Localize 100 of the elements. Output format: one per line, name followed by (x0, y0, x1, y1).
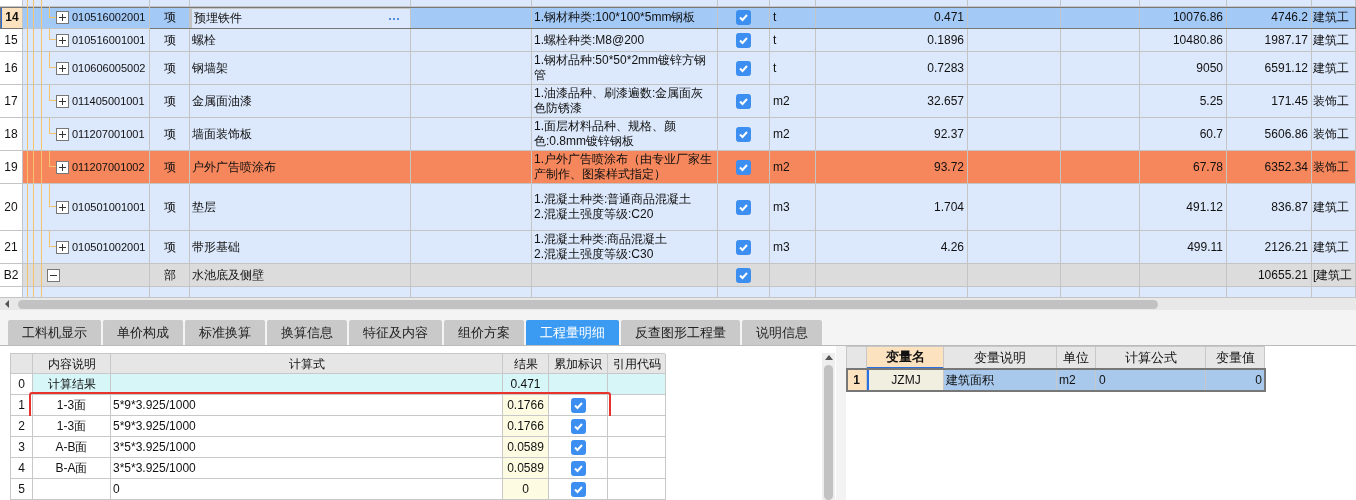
horizontal-scrollbar[interactable] (0, 298, 1356, 310)
item-code: 010516001001 (72, 32, 146, 48)
tab[interactable]: 组价方案 (444, 320, 524, 345)
item-price: 10480.86 (1172, 32, 1223, 48)
checkbox[interactable] (736, 60, 751, 76)
checkbox[interactable] (736, 159, 751, 175)
item-price: 9050 (1196, 60, 1223, 76)
item-features: 1.面层材料品种、规格、颜色:0.8mm镀锌钢板 (534, 119, 677, 149)
table-row[interactable]: 14 010516002001 项 预埋铁件 1.钢材种类:100*100*5mm钢板 t 0.471 10076.86 4746.2 建筑工 (0, 7, 1356, 29)
scrollbar-thumb[interactable] (824, 365, 833, 500)
row-number: 1 (18, 397, 25, 414)
table-row[interactable]: 20 010501001001 项 垫层 1.混凝土种类:普通商品混凝土 2.混凝土强度等级:C20 m3 1.704 491.12 836.87 建筑工 (0, 184, 1356, 231)
checkbox[interactable] (570, 397, 586, 413)
expand-icon[interactable] (56, 160, 69, 174)
item-unit: t (773, 10, 777, 25)
table-row[interactable]: 21 010501002001 项 带形基础 1.混凝土种类:商品混凝土 2.混凝土强度等级:C30 m3 4.26 499.11 2126.21 建筑工 (0, 231, 1356, 264)
expand-icon[interactable] (56, 33, 69, 47)
item-quantity: 0.471 (933, 10, 964, 25)
checkbox[interactable] (736, 93, 751, 109)
row-number: B2 (3, 267, 19, 283)
checkbox[interactable] (570, 418, 586, 434)
column-header: 变量说明 (974, 348, 1026, 367)
table-row[interactable]: B2 部 水池底及侧壁 10655.21 [建筑工 (0, 264, 1356, 287)
ellipsis-icon[interactable] (388, 16, 400, 21)
checkbox[interactable] (736, 199, 751, 215)
expand-icon[interactable] (56, 61, 69, 75)
variable-row[interactable]: 1 JZMJ 建筑面积 m2 0 0 (847, 369, 1265, 391)
item-type: 项 (163, 126, 176, 142)
expand-icon[interactable] (56, 127, 69, 141)
expand-icon[interactable] (56, 11, 69, 24)
tab[interactable]: 换算信息 (267, 320, 347, 345)
row-number: 2 (18, 418, 25, 435)
variable-name: JZMJ (891, 371, 921, 389)
item-category: [建筑工 (1313, 267, 1353, 283)
row-number: 5 (18, 481, 25, 498)
item-category: 建筑工 (1313, 199, 1349, 215)
tab[interactable]: 说明信息 (742, 320, 822, 345)
item-features: 1.户外广告喷涂布（由专业厂家生产制作、图案样式指定） (534, 152, 713, 182)
row-number: 14 (5, 10, 19, 25)
item-total: 6352.34 (1264, 159, 1308, 175)
column-header: 变量名 (885, 348, 925, 367)
item-price: 491.12 (1186, 199, 1223, 215)
result-cell-text: 0 (522, 481, 529, 498)
item-type: 项 (163, 60, 176, 76)
item-total: 1987.17 (1264, 32, 1308, 48)
row-number: 4 (18, 460, 25, 477)
checkbox[interactable] (570, 439, 586, 455)
variable-unit: m2 (1059, 371, 1076, 389)
item-total: 171.45 (1271, 93, 1308, 109)
column-header: 内容说明 (47, 355, 96, 373)
item-type: 项 (163, 32, 176, 48)
item-features: 1.混凝土种类:普通商品混凝土 2.混凝土强度等级:C20 (534, 192, 692, 222)
table-row[interactable]: 18 011207001001 项 墙面装饰板 1.面层材料品种、规格、颜色:0.8mm镀锌钢板 m2 92.37 60.7 5606.86 装饰工 (0, 118, 1356, 151)
tab[interactable]: 工料机显示 (8, 320, 101, 345)
item-name: 螺栓 (192, 32, 216, 48)
table-row[interactable]: 16 010606005002 项 钢墙架 1.钢材品种:50*50*2mm镀锌方钢管 t 0.7283 9050 6591.12 建筑工 (0, 52, 1356, 85)
item-total: 4746.2 (1271, 10, 1308, 25)
column-header: 变量值 (1215, 348, 1255, 367)
checkbox[interactable] (736, 10, 751, 25)
item-category: 装饰工 (1313, 93, 1349, 109)
row-number: 21 (4, 239, 18, 255)
table-row[interactable]: 1 1-3面 5*9*3.925/1000 0.1766 (11, 395, 665, 416)
expand-icon[interactable] (56, 240, 69, 254)
item-unit: m3 (773, 239, 790, 255)
tab[interactable]: 单价构成 (103, 320, 183, 345)
table-row[interactable]: 5 0 0 (11, 479, 665, 500)
table-row[interactable]: 2 1-3面 5*9*3.925/1000 0.1766 (11, 416, 665, 437)
up-arrow-icon[interactable] (823, 353, 834, 361)
checkbox[interactable] (736, 267, 751, 283)
table-row[interactable]: 0 计算结果 0.471 (11, 374, 665, 395)
scrollbar-thumb[interactable] (18, 299, 1158, 309)
row-number: 18 (4, 126, 18, 142)
expand-icon[interactable] (56, 200, 69, 214)
item-category: 建筑工 (1313, 60, 1349, 76)
table-row[interactable]: 4 B-A面 3*5*3.925/1000 0.0589 (11, 458, 665, 479)
expand-icon[interactable] (56, 94, 69, 108)
item-code: 010501002001 (72, 239, 146, 255)
item-total: 836.87 (1271, 199, 1308, 215)
collapse-icon[interactable] (47, 268, 60, 282)
checkbox[interactable] (736, 126, 751, 142)
vertical-scrollbar[interactable] (822, 353, 835, 500)
result-cell-text: 0.1766 (507, 397, 544, 414)
table-row[interactable]: 19 011207001002 项 户外广告喷涂布 1.户外广告喷涂布（由专业厂家生产制作、图案样式指定） m2 93.72 67.78 6352.34 装饰工 (0, 151, 1356, 184)
item-price: 499.11 (1187, 239, 1223, 255)
row-number: 3 (18, 439, 25, 456)
tab[interactable]: 反查图形工程量 (621, 320, 740, 345)
checkbox[interactable] (570, 481, 586, 497)
formula-cell-text: 3*5*3.925/1000 (113, 439, 196, 456)
description-cell-text: 1-3面 (56, 418, 87, 435)
table-row[interactable]: 3 A-B面 3*5*3.925/1000 0.0589 (11, 437, 665, 458)
table-row[interactable]: 15 010516001001 项 螺栓 1.螺栓种类:M8@200 t 0.1896 10480.86 1987.17 建筑工 (0, 29, 1356, 52)
row-number: 15 (4, 32, 18, 48)
checkbox[interactable] (736, 239, 751, 255)
table-row[interactable]: 17 011405001001 项 金属面油漆 1.油漆品种、刷漆遍数:金属面灰色防锈漆 m2 32.657 5.25 171.45 装饰工 (0, 85, 1356, 118)
checkbox[interactable] (736, 32, 751, 48)
tab[interactable]: 标准换算 (185, 320, 265, 345)
description-cell-text: 1-3面 (56, 397, 87, 414)
formula-cell-text: 5*9*3.925/1000 (113, 418, 196, 435)
tab[interactable]: 特征及内容 (349, 320, 442, 345)
checkbox[interactable] (570, 460, 586, 476)
